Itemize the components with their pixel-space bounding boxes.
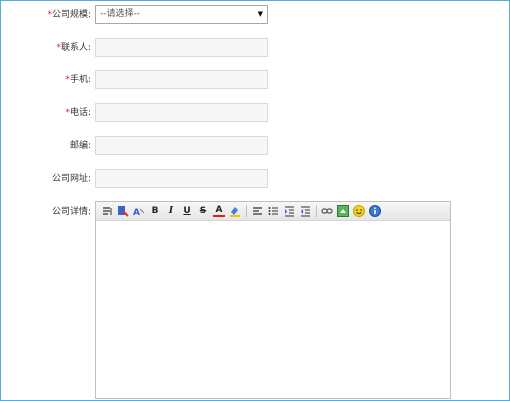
phone-label-text: 电话: bbox=[69, 108, 91, 118]
link-icon[interactable] bbox=[321, 205, 333, 217]
rich-text-editor: A B I U S A bbox=[95, 201, 451, 399]
mobile-input[interactable] bbox=[95, 70, 268, 89]
about-icon[interactable] bbox=[369, 205, 381, 217]
editor-toolbar: A B I U S A bbox=[96, 202, 450, 221]
form-panel: *公司规模: --请选择-- ▼ *联系人: *手机: *电话: 邮编: 公司网… bbox=[0, 0, 510, 401]
website-label: 公司网址: bbox=[51, 174, 91, 184]
dropdown-arrow-icon[interactable]: ▼ bbox=[258, 6, 263, 23]
phone-input[interactable] bbox=[95, 103, 268, 122]
toolbar-separator bbox=[246, 205, 247, 217]
underline-icon[interactable]: U bbox=[181, 205, 193, 217]
contact-label: *联系人: bbox=[1, 42, 91, 54]
scale-label-text: 公司规模: bbox=[51, 10, 91, 20]
details-label: 公司详情: bbox=[51, 207, 91, 217]
select-all-icon[interactable]: A bbox=[133, 205, 145, 217]
contact-input[interactable] bbox=[95, 38, 268, 57]
svg-text:A: A bbox=[133, 208, 140, 217]
contact-label-text: 联系人: bbox=[60, 43, 91, 53]
paste-word-icon[interactable] bbox=[117, 205, 129, 217]
toolbar-separator bbox=[316, 205, 317, 217]
mobile-label-text: 手机: bbox=[69, 75, 91, 85]
postcode-label: 邮编: bbox=[69, 141, 91, 151]
company-scale-selected: --请选择-- bbox=[100, 9, 140, 19]
image-icon[interactable] bbox=[337, 205, 349, 217]
font-color-icon[interactable]: A bbox=[213, 205, 225, 217]
bold-icon[interactable]: B bbox=[149, 205, 161, 217]
website-input[interactable] bbox=[95, 169, 268, 188]
align-icon[interactable] bbox=[251, 205, 263, 217]
editor-content-area[interactable] bbox=[96, 221, 450, 398]
mobile-label: *手机: bbox=[1, 74, 91, 86]
outdent-icon[interactable] bbox=[299, 205, 311, 217]
list-icon[interactable] bbox=[267, 205, 279, 217]
emoticon-icon[interactable] bbox=[353, 205, 365, 217]
company-scale-select[interactable]: --请选择-- ▼ bbox=[95, 5, 268, 24]
highlight-icon[interactable] bbox=[229, 205, 241, 217]
scale-label: *公司规模: bbox=[1, 9, 91, 21]
indent-icon[interactable] bbox=[283, 205, 295, 217]
strikethrough-icon[interactable]: S bbox=[197, 205, 209, 217]
italic-icon[interactable]: I bbox=[165, 205, 177, 217]
phone-label: *电话: bbox=[1, 107, 91, 119]
source-icon[interactable] bbox=[101, 205, 113, 217]
postcode-input[interactable] bbox=[95, 136, 268, 155]
